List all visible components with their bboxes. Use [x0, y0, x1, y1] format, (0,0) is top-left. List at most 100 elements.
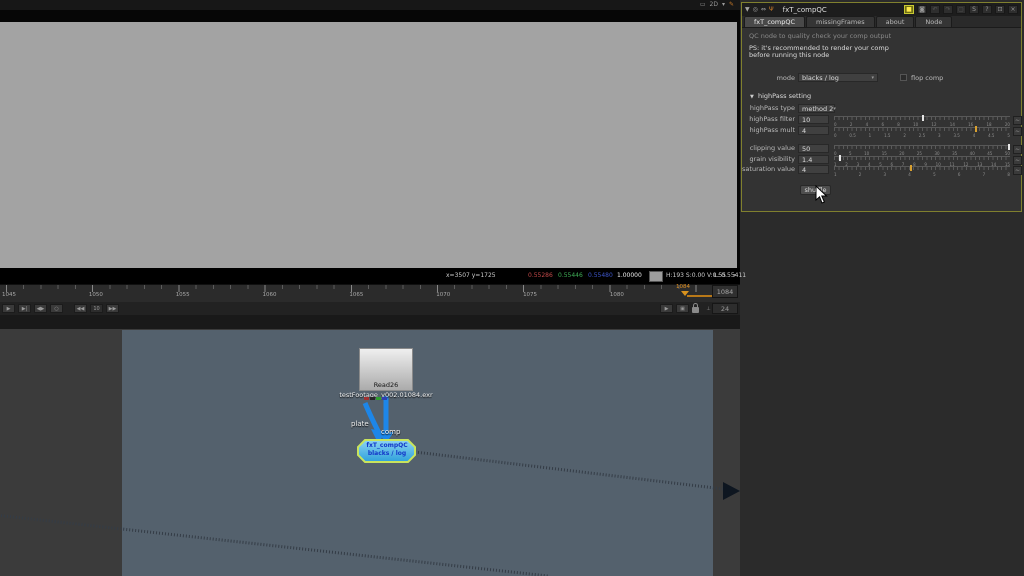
slider-handle[interactable]	[839, 155, 841, 161]
flop-comp-checkbox[interactable]	[900, 74, 907, 81]
panel-title: fxT_compQC	[783, 6, 901, 14]
node-color-icon[interactable]: Ψ	[769, 6, 774, 13]
highpass-group-label: highPass setting	[758, 92, 811, 100]
dark-channel-chip	[370, 397, 375, 400]
panel-menu-icon[interactable]: ▼	[745, 6, 750, 13]
ps-note-line2: before running this node	[749, 51, 829, 59]
pixel-luminance-value: L: 0.55411	[714, 272, 746, 279]
current-frame-field[interactable]: 1084	[712, 285, 738, 298]
viewer-mode-label[interactable]: 2D	[710, 0, 718, 10]
pixel-red-value: 0.55286	[528, 272, 553, 279]
swap-icon[interactable]: ⇔	[761, 6, 766, 13]
play-to-end-button[interactable]: ▶|	[18, 304, 31, 313]
read-node-channel-chips	[364, 397, 387, 400]
frame-back-button[interactable]: ◀◀	[74, 304, 87, 313]
properties-tabs: fxT_compQC missingFrames about Node	[742, 16, 1021, 28]
highpass-mult-slider[interactable]: 00.511.522.533.544.55	[834, 127, 1010, 136]
undo-icon[interactable]: ↶	[930, 5, 940, 14]
node-graph-panel[interactable]: Read26 testFootage_v002.01084.exr plate …	[0, 315, 740, 576]
slider-handle[interactable]	[910, 165, 912, 171]
viewer-toolbar: ▭ 2D ▾ ✎	[0, 0, 740, 10]
highpass-type-dropdown[interactable]: method 2 ▾	[798, 104, 835, 113]
blue-channel-chip	[382, 397, 387, 400]
edge-arrowhead-right	[723, 482, 740, 500]
highpass-mult-label: highPass mult	[742, 126, 795, 134]
mode-label: mode	[742, 74, 795, 82]
info-bar-caret-icon[interactable]: ▾	[733, 272, 736, 279]
saturation-value-field[interactable]: 4	[798, 165, 829, 174]
highpass-filter-label: highPass filter	[742, 115, 795, 123]
pixel-coords: x=3507 y=1725	[446, 272, 496, 279]
frame-increment-field[interactable]: 10	[90, 304, 103, 313]
lock-range-icon[interactable]	[692, 307, 699, 313]
dashed-edge-right	[415, 452, 740, 491]
viewer-info-bar: x=3507 y=1725 0.55286 0.55446 0.55480 1.…	[0, 268, 740, 284]
clipping-value-slider[interactable]: 05101520253035404550	[834, 145, 1010, 154]
qc-node-label[interactable]: fxT_compQC blacks / log	[358, 442, 416, 458]
highpass-mult-field[interactable]: 4	[798, 126, 829, 135]
chevron-down-icon: ▾	[833, 105, 836, 113]
loop-button[interactable]: ○	[50, 304, 63, 313]
slider-handle[interactable]	[1008, 144, 1010, 150]
clipping-value-field[interactable]: 50	[798, 144, 829, 153]
tab-fxt-compqc[interactable]: fxT_compQC	[744, 16, 805, 27]
animation-curve-icon[interactable]: ∼	[1013, 166, 1022, 175]
grain-visibility-field[interactable]: 1.4	[798, 155, 829, 164]
read-node-name: Read26	[360, 381, 412, 389]
animation-curve-icon[interactable]: ∼	[1013, 127, 1022, 136]
slider-tick-labels: 00.511.522.533.544.55	[834, 133, 1010, 138]
slider-tick-labels: 12345678	[834, 172, 1010, 177]
node-help-text: QC node to quality check your comp outpu…	[749, 32, 891, 40]
clipping-value-label: clipping value	[742, 144, 795, 152]
group-collapse-icon[interactable]: ▼	[750, 94, 754, 100]
comp-input-label: comp	[381, 428, 400, 436]
highpass-filter-field[interactable]: 10	[798, 115, 829, 124]
tab-node[interactable]: Node	[915, 16, 952, 27]
help-icon[interactable]: ?	[982, 5, 992, 14]
mouse-cursor	[815, 185, 829, 205]
animation-curve-icon[interactable]: ∼	[1013, 145, 1022, 154]
viewer-image[interactable]	[0, 22, 737, 268]
playhead-line	[687, 295, 713, 297]
slider-handle[interactable]	[975, 126, 977, 132]
read-node[interactable]: Read26	[359, 348, 413, 391]
playhead-frame-label: 1084	[676, 284, 690, 290]
center-node-icon[interactable]: ◎	[753, 6, 758, 13]
chevron-down-icon: ▾	[871, 74, 874, 82]
highpass-type-label: highPass type	[742, 104, 795, 112]
tab-about[interactable]: about	[876, 16, 915, 27]
play-button[interactable]: ▶	[2, 304, 15, 313]
animation-curve-icon[interactable]: ∼	[1013, 156, 1022, 165]
tab-missingframes[interactable]: missingFrames	[806, 16, 875, 27]
fps-field[interactable]: 24	[712, 303, 738, 314]
range-button[interactable]: ◀▶	[34, 304, 47, 313]
qc-node-name: fxT_compQC	[358, 442, 416, 450]
panel-dot-icon[interactable]: ◙	[917, 5, 927, 14]
script-icon[interactable]: S	[969, 5, 979, 14]
highpass-type-value: method 2	[802, 105, 833, 113]
pixel-blue-value: 0.55480	[588, 272, 613, 279]
animation-curve-icon[interactable]: ∼	[1013, 116, 1022, 125]
mode-dropdown[interactable]: blacks / log ▾	[798, 73, 878, 82]
pixel-color-swatch	[649, 271, 663, 282]
viewer-frame-icon[interactable]: ▭	[700, 0, 706, 10]
timeline-ruler-labels: 10451050105510601065107010751080	[0, 292, 624, 298]
plate-input-label: plate	[351, 420, 369, 428]
grain-visibility-slider[interactable]: 123456789101112131415	[834, 156, 1010, 165]
slider-handle[interactable]	[922, 115, 924, 121]
flipbook-button[interactable]: ▶	[660, 304, 673, 313]
panel-pin-icon[interactable]: ■	[904, 5, 914, 14]
redo-icon[interactable]: ↷	[943, 5, 953, 14]
highpass-filter-slider[interactable]: 02468101214161820	[834, 116, 1010, 125]
revert-icon[interactable]: ▢	[956, 5, 966, 14]
roi-pencil-icon[interactable]: ✎	[729, 0, 734, 10]
render-flag-button[interactable]: ▣	[676, 304, 689, 313]
plate-edge[interactable]	[365, 403, 379, 433]
chevron-down-icon[interactable]: ▾	[722, 0, 725, 10]
close-icon[interactable]: ×	[1008, 5, 1018, 14]
float-panel-icon[interactable]: ⊡	[995, 5, 1005, 14]
saturation-value-slider[interactable]: 12345678	[834, 166, 1010, 175]
pixel-alpha-value: 1.00000	[617, 272, 642, 279]
frame-forward-button[interactable]: ▶▶	[106, 304, 119, 313]
mode-dropdown-value: blacks / log	[802, 74, 839, 82]
